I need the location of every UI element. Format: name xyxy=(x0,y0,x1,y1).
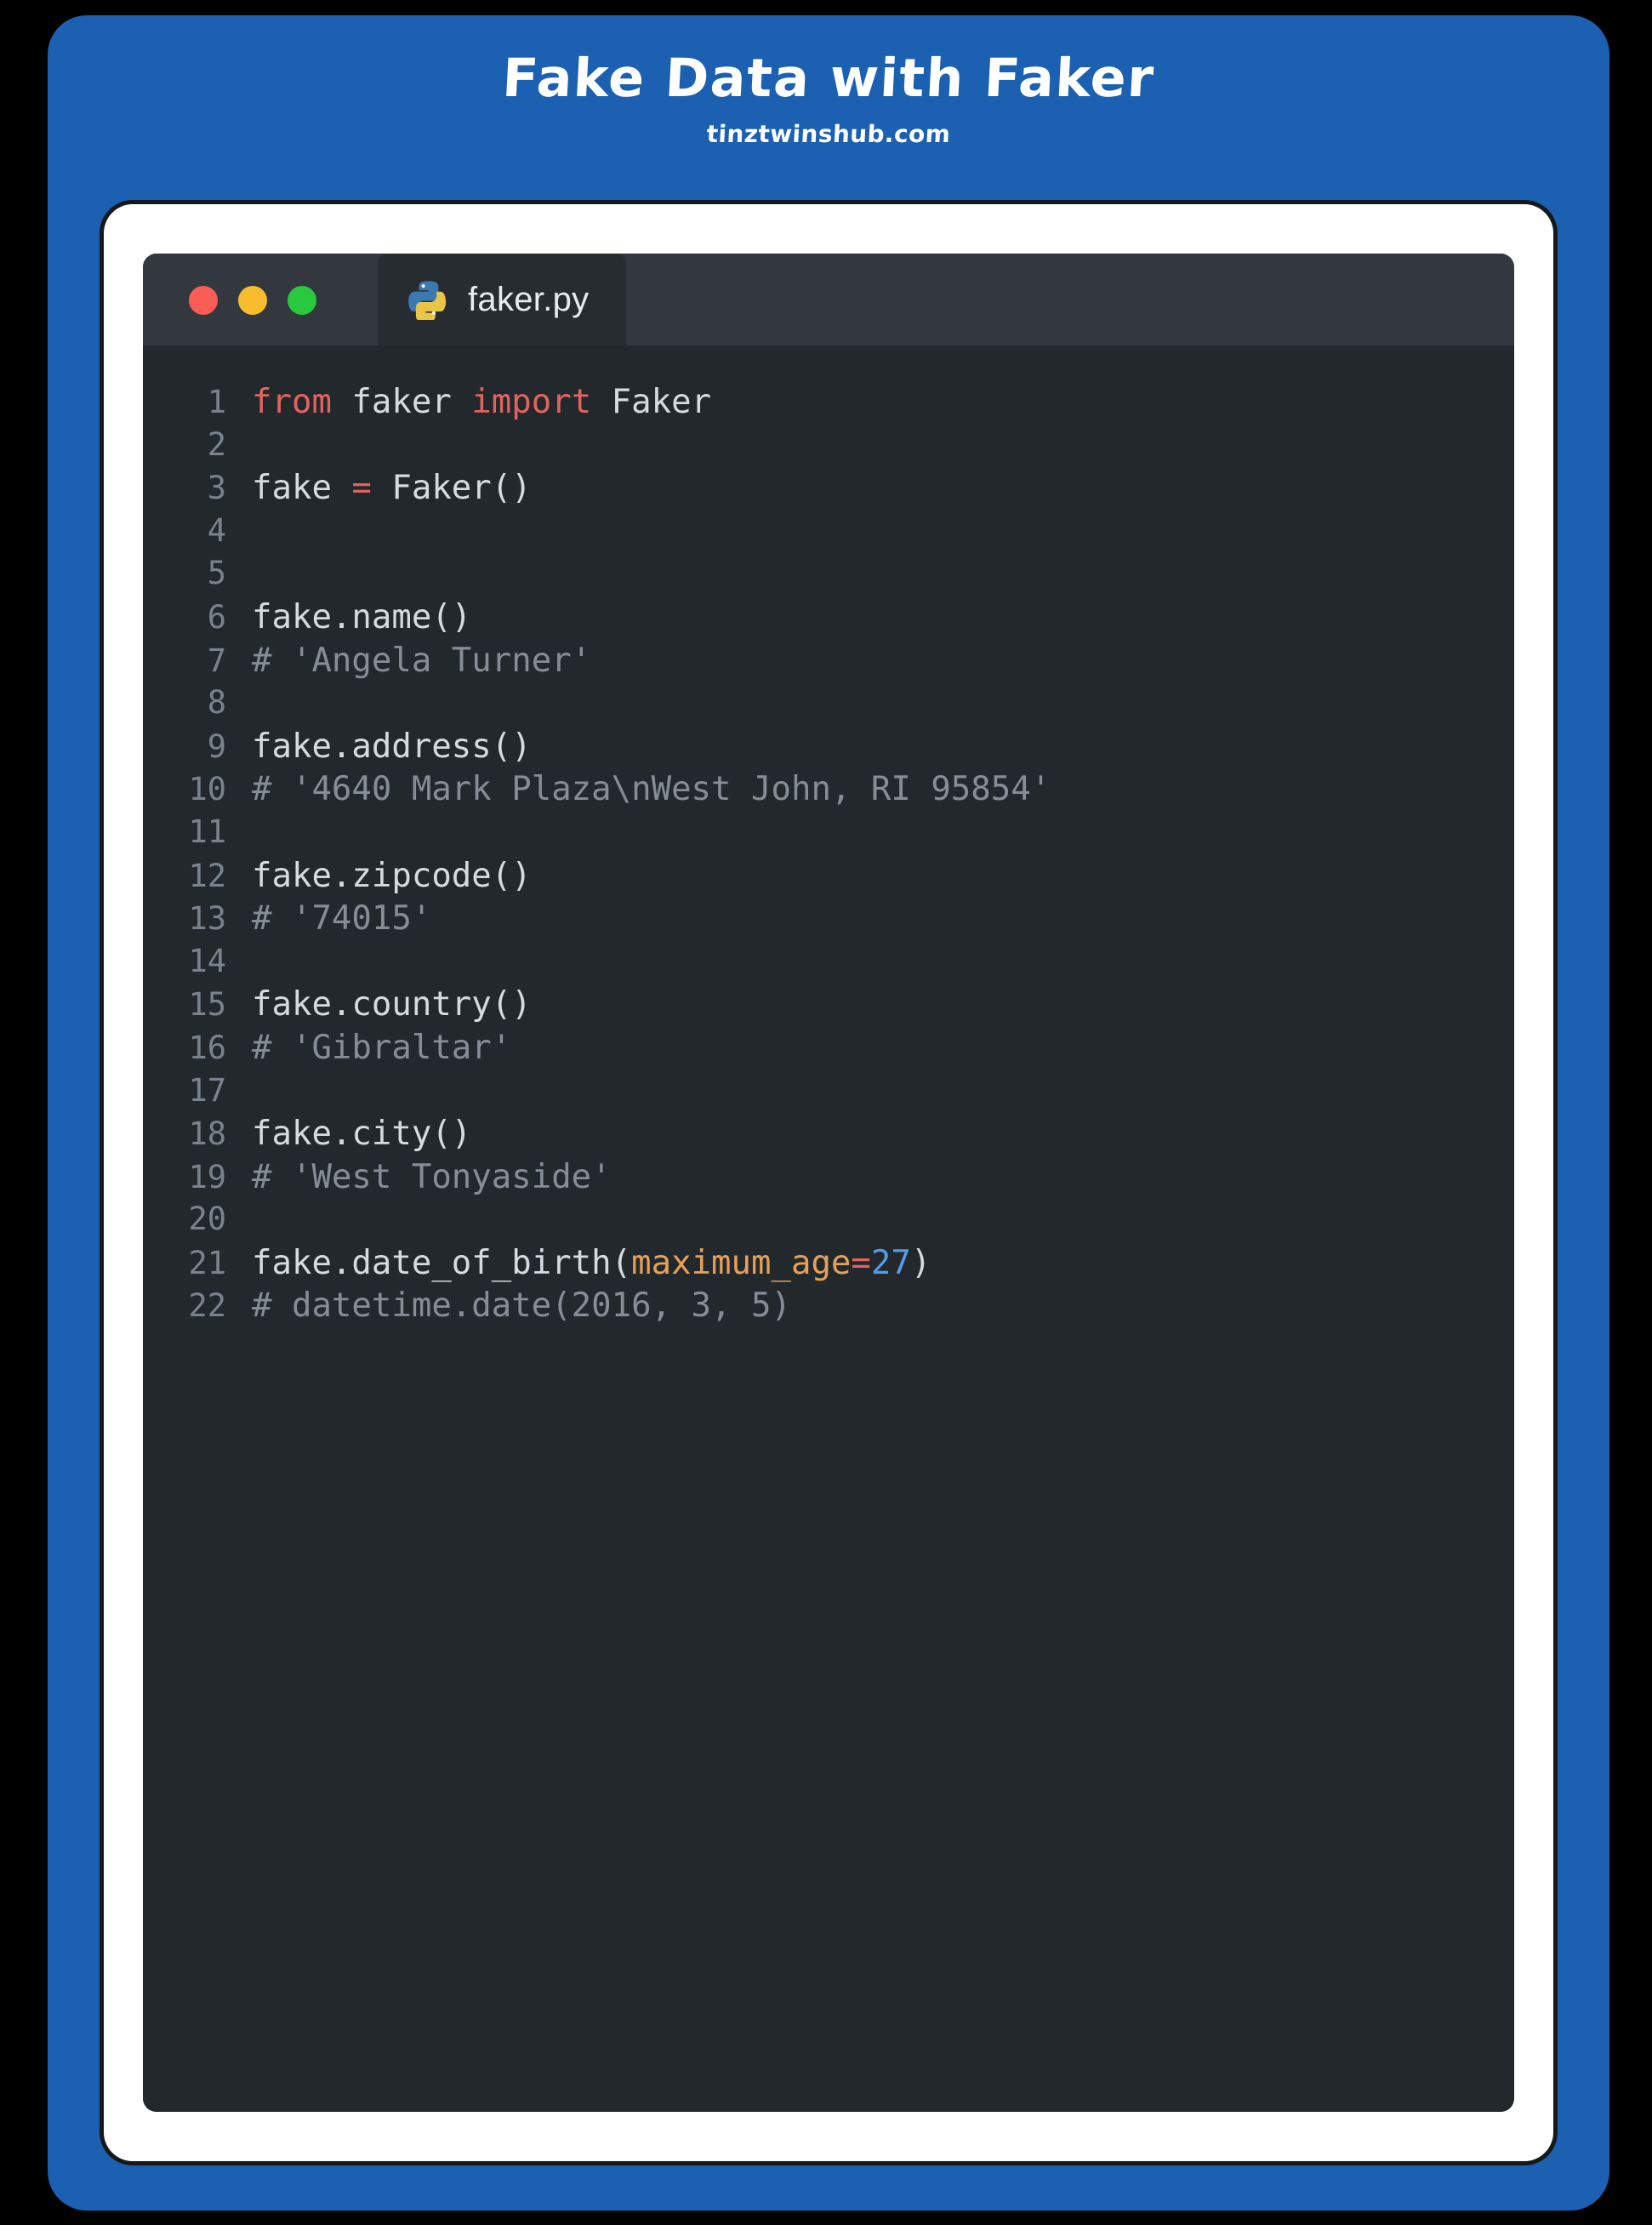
line-number: 18 xyxy=(188,1115,226,1153)
code-line: 2 xyxy=(143,426,1514,470)
code-line: 13 # '74015' xyxy=(143,899,1514,943)
code-token-plain: fake xyxy=(252,469,352,508)
code-line: 21 fake.date_of_birth(maximum_age=27) xyxy=(143,1244,1514,1287)
code-token-comment: # '4640 Mark Plaza\nWest John, RI 95854' xyxy=(252,770,1051,809)
line-number: 2 xyxy=(207,425,226,463)
code-line: 15 fake.country() xyxy=(143,985,1514,1029)
code-line: 20 xyxy=(143,1201,1514,1244)
line-code: fake.name() xyxy=(252,598,471,636)
line-number: 3 xyxy=(207,470,226,507)
code-editor-window: faker.py 1 from faker import Faker 2 3 fake … xyxy=(143,254,1514,2112)
line-number: 19 xyxy=(188,1158,226,1195)
line-number: 1 xyxy=(207,384,226,420)
line-number: 20 xyxy=(188,1201,226,1238)
code-line: 16 # 'Gibraltar' xyxy=(143,1029,1514,1072)
maximize-window-button[interactable] xyxy=(288,286,316,315)
code-token-plain: faker xyxy=(331,383,472,421)
code-line: 22 # datetime.date(2016, 3, 5) xyxy=(143,1287,1514,1330)
page-subtitle: tinztwinshub.com xyxy=(705,120,952,149)
line-number: 8 xyxy=(207,684,226,722)
line-number: 10 xyxy=(188,771,226,808)
code-token-op: = xyxy=(851,1243,871,1282)
code-token-comment: # 'West Tonyaside' xyxy=(252,1157,612,1196)
line-code: fake.country() xyxy=(252,985,532,1024)
line-code: fake.city() xyxy=(252,1115,471,1153)
tab-strip: faker.py xyxy=(378,254,627,345)
code-token-plain: fake.country() xyxy=(252,985,532,1024)
code-token-comment: # datetime.date(2016, 3, 5) xyxy=(252,1287,791,1326)
line-code: # '4640 Mark Plaza\nWest John, RI 95854' xyxy=(252,770,1051,808)
code-token-plain: fake.name() xyxy=(252,597,472,636)
line-number: 22 xyxy=(188,1287,226,1325)
code-token-kwarg: maximum_age xyxy=(631,1243,852,1282)
line-number: 11 xyxy=(188,813,226,850)
code-line: 4 xyxy=(143,512,1514,556)
tab-faker-py[interactable]: faker.py xyxy=(378,254,627,345)
line-code: # 'Angela Turner' xyxy=(252,642,591,680)
code-line: 7 # 'Angela Turner' xyxy=(143,642,1514,685)
line-number: 13 xyxy=(188,900,226,938)
code-token-comment: # 'Gibraltar' xyxy=(252,1028,512,1067)
code-line: 11 xyxy=(143,813,1514,857)
line-code: fake.zipcode() xyxy=(252,857,532,895)
close-window-button[interactable] xyxy=(189,286,218,315)
line-number: 21 xyxy=(188,1244,226,1281)
line-number: 14 xyxy=(188,942,226,979)
line-number: 16 xyxy=(188,1029,226,1066)
code-line: 12 fake.zipcode() xyxy=(143,857,1514,900)
code-line: 8 xyxy=(143,684,1514,727)
line-number: 7 xyxy=(207,642,226,679)
code-token-plain: ) xyxy=(910,1243,931,1282)
code-line: 14 xyxy=(143,943,1514,986)
line-number: 15 xyxy=(188,986,226,1024)
code-line: 1 from faker import Faker xyxy=(143,383,1514,426)
code-line: 17 xyxy=(143,1072,1514,1115)
page-title: Fake Data with Faker xyxy=(500,47,1157,109)
code-line: 6 fake.name() xyxy=(143,598,1514,642)
python-icon xyxy=(408,281,447,320)
code-token-plain: fake.city() xyxy=(252,1115,472,1154)
line-code: # '74015' xyxy=(252,899,431,938)
line-code: fake.address() xyxy=(252,727,532,766)
line-code: fake.date_of_birth(maximum_age=27) xyxy=(252,1244,931,1282)
line-number: 5 xyxy=(207,555,226,592)
line-number: 17 xyxy=(188,1071,226,1109)
code-token-num: 27 xyxy=(870,1243,911,1282)
line-number: 6 xyxy=(207,598,226,636)
line-code: # 'Gibraltar' xyxy=(252,1029,511,1067)
line-number: 9 xyxy=(207,727,226,765)
code-token-comment: # 'Angela Turner' xyxy=(252,641,592,680)
line-code: from faker import Faker xyxy=(252,383,711,421)
window-titlebar: faker.py xyxy=(143,254,1514,345)
poster-header: Fake Data with Faker tinztwinshub.com xyxy=(48,47,1609,149)
traffic-light-group xyxy=(189,286,316,315)
code-token-comment: # '74015' xyxy=(252,899,432,938)
line-code: # datetime.date(2016, 3, 5) xyxy=(252,1287,791,1325)
code-line: 10 # '4640 Mark Plaza\nWest John, RI 9585… xyxy=(143,770,1514,813)
code-token-kw: from xyxy=(252,383,332,421)
poster-frame: Fake Data with Faker tinztwinshub.com fa… xyxy=(48,15,1609,2211)
code-token-kw: import xyxy=(471,383,592,421)
code-token-plain: Faker xyxy=(591,383,712,421)
code-line: 19 # 'West Tonyaside' xyxy=(143,1158,1514,1201)
code-line: 9 fake.address() xyxy=(143,727,1514,771)
code-line: 3 fake = Faker() xyxy=(143,469,1514,512)
line-code: fake = Faker() xyxy=(252,469,532,507)
code-token-plain: fake.address() xyxy=(252,727,532,766)
minimize-window-button[interactable] xyxy=(238,286,267,315)
code-token-plain: fake.zipcode() xyxy=(252,856,532,895)
white-card: faker.py 1 from faker import Faker 2 3 fake … xyxy=(104,204,1553,2161)
code-content-area[interactable]: 1 from faker import Faker 2 3 fake = Faker()… xyxy=(143,345,1514,2112)
line-number: 4 xyxy=(207,511,226,549)
code-line: 18 fake.city() xyxy=(143,1115,1514,1158)
code-token-plain: fake.date_of_birth( xyxy=(252,1243,632,1282)
tab-label: faker.py xyxy=(468,280,590,318)
code-token-op: = xyxy=(351,469,372,508)
line-code: # 'West Tonyaside' xyxy=(252,1158,612,1196)
code-line: 5 xyxy=(143,555,1514,598)
code-token-plain: Faker() xyxy=(371,469,532,508)
line-number: 12 xyxy=(188,857,226,894)
